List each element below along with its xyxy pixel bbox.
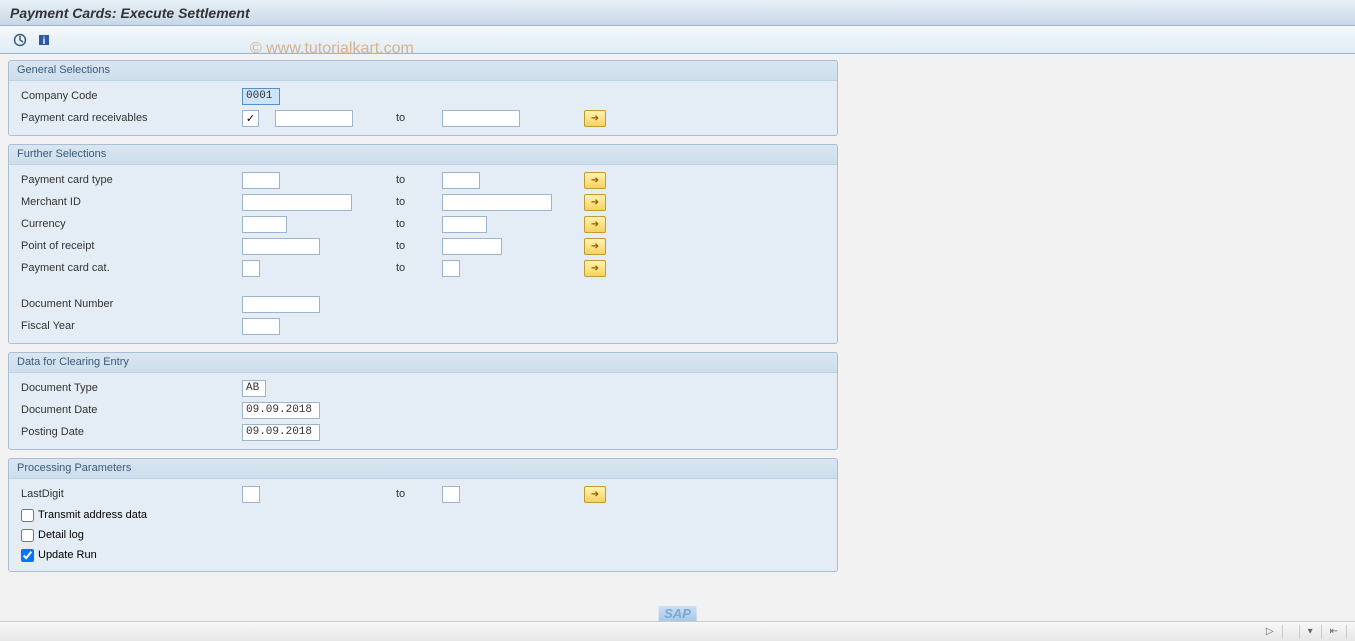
- label-receivables: Payment card receivables: [17, 112, 242, 124]
- row-receivables: Payment card receivables ✓ to ➜: [17, 107, 829, 129]
- fiscal-input[interactable]: [242, 318, 280, 335]
- group-processing-parameters: Processing Parameters LastDigit to ➜ Tra…: [8, 458, 838, 572]
- to-label: to: [392, 112, 442, 124]
- label-merchant: Merchant ID: [17, 196, 242, 208]
- group-general-selections: General Selections Company Code Payment …: [8, 60, 838, 136]
- svg-text:i: i: [43, 36, 46, 47]
- multiple-selection-button[interactable]: ➜: [584, 260, 606, 277]
- updaterun-checkbox[interactable]: [21, 549, 34, 562]
- label-por: Point of receipt: [17, 240, 242, 252]
- row-transmit-address: Transmit address data: [17, 505, 829, 525]
- label-transmit: Transmit address data: [38, 509, 147, 521]
- label-detaillog: Detail log: [38, 529, 84, 541]
- row-document-number: Document Number: [17, 293, 829, 315]
- label-doctype: Document Type: [17, 382, 242, 394]
- group-further-selections: Further Selections Payment card type to …: [8, 144, 838, 344]
- label-company-code: Company Code: [17, 90, 242, 102]
- status-pin-icon[interactable]: ⇤: [1330, 626, 1338, 637]
- row-update-run: Update Run: [17, 545, 829, 565]
- row-posting-date: Posting Date: [17, 421, 829, 443]
- form-area: General Selections Company Code Payment …: [0, 54, 1355, 586]
- card-cat-from-input[interactable]: [242, 260, 260, 277]
- label-updaterun: Update Run: [38, 549, 97, 561]
- status-triangle-icon[interactable]: ▷: [1266, 626, 1274, 637]
- postdate-input[interactable]: [242, 424, 320, 441]
- docnum-input[interactable]: [242, 296, 320, 313]
- row-fiscal-year: Fiscal Year: [17, 315, 829, 337]
- application-toolbar: i: [0, 26, 1355, 54]
- row-lastdigit: LastDigit to ➜: [17, 483, 829, 505]
- por-from-input[interactable]: [242, 238, 320, 255]
- multiple-selection-button[interactable]: ➜: [584, 194, 606, 211]
- row-document-type: Document Type: [17, 377, 829, 399]
- label-lastdigit: LastDigit: [17, 488, 242, 500]
- lastdigit-from-input[interactable]: [242, 486, 260, 503]
- transmit-checkbox[interactable]: [21, 509, 34, 522]
- multiple-selection-button[interactable]: ➜: [584, 238, 606, 255]
- lastdigit-to-input[interactable]: [442, 486, 460, 503]
- label-docnum: Document Number: [17, 298, 242, 310]
- label-currency: Currency: [17, 218, 242, 230]
- row-document-date: Document Date: [17, 399, 829, 421]
- label-postdate: Posting Date: [17, 426, 242, 438]
- execute-icon[interactable]: [10, 31, 30, 49]
- receivables-option-checkbox[interactable]: ✓: [242, 110, 259, 127]
- docdate-input[interactable]: [242, 402, 320, 419]
- row-payment-card-cat: Payment card cat. to ➜: [17, 257, 829, 279]
- card-type-to-input[interactable]: [442, 172, 480, 189]
- multiple-selection-button[interactable]: ➜: [584, 486, 606, 503]
- merchant-from-input[interactable]: [242, 194, 352, 211]
- group-title-processing: Processing Parameters: [9, 459, 837, 479]
- label-docdate: Document Date: [17, 404, 242, 416]
- label-card-cat: Payment card cat.: [17, 262, 242, 274]
- row-currency: Currency to ➜: [17, 213, 829, 235]
- company-code-input[interactable]: [242, 88, 280, 105]
- title-bar: Payment Cards: Execute Settlement: [0, 0, 1355, 26]
- multiple-selection-button[interactable]: ➜: [584, 216, 606, 233]
- receivables-to-input[interactable]: [442, 110, 520, 127]
- detaillog-checkbox[interactable]: [21, 529, 34, 542]
- doctype-input[interactable]: [242, 380, 266, 397]
- card-cat-to-input[interactable]: [442, 260, 460, 277]
- group-title-general: General Selections: [9, 61, 837, 81]
- sap-logo: SAP: [658, 606, 697, 621]
- multiple-selection-button[interactable]: ➜: [584, 110, 606, 127]
- row-point-of-receipt: Point of receipt to ➜: [17, 235, 829, 257]
- row-merchant-id: Merchant ID to ➜: [17, 191, 829, 213]
- currency-to-input[interactable]: [442, 216, 487, 233]
- group-title-further: Further Selections: [9, 145, 837, 165]
- currency-from-input[interactable]: [242, 216, 287, 233]
- row-payment-card-type: Payment card type to ➜: [17, 169, 829, 191]
- receivables-from-input[interactable]: [275, 110, 353, 127]
- por-to-input[interactable]: [442, 238, 502, 255]
- group-title-clearing: Data for Clearing Entry: [9, 353, 837, 373]
- info-icon[interactable]: i: [34, 31, 54, 49]
- merchant-to-input[interactable]: [442, 194, 552, 211]
- status-bar: ▷ ▾ ⇤: [0, 621, 1355, 641]
- page-title: Payment Cards: Execute Settlement: [10, 5, 250, 21]
- row-detail-log: Detail log: [17, 525, 829, 545]
- group-clearing-entry: Data for Clearing Entry Document Type Do…: [8, 352, 838, 450]
- card-type-from-input[interactable]: [242, 172, 280, 189]
- status-menu-icon[interactable]: ▾: [1308, 626, 1313, 637]
- label-card-type: Payment card type: [17, 174, 242, 186]
- multiple-selection-button[interactable]: ➜: [584, 172, 606, 189]
- label-fiscal: Fiscal Year: [17, 320, 242, 332]
- row-company-code: Company Code: [17, 85, 829, 107]
